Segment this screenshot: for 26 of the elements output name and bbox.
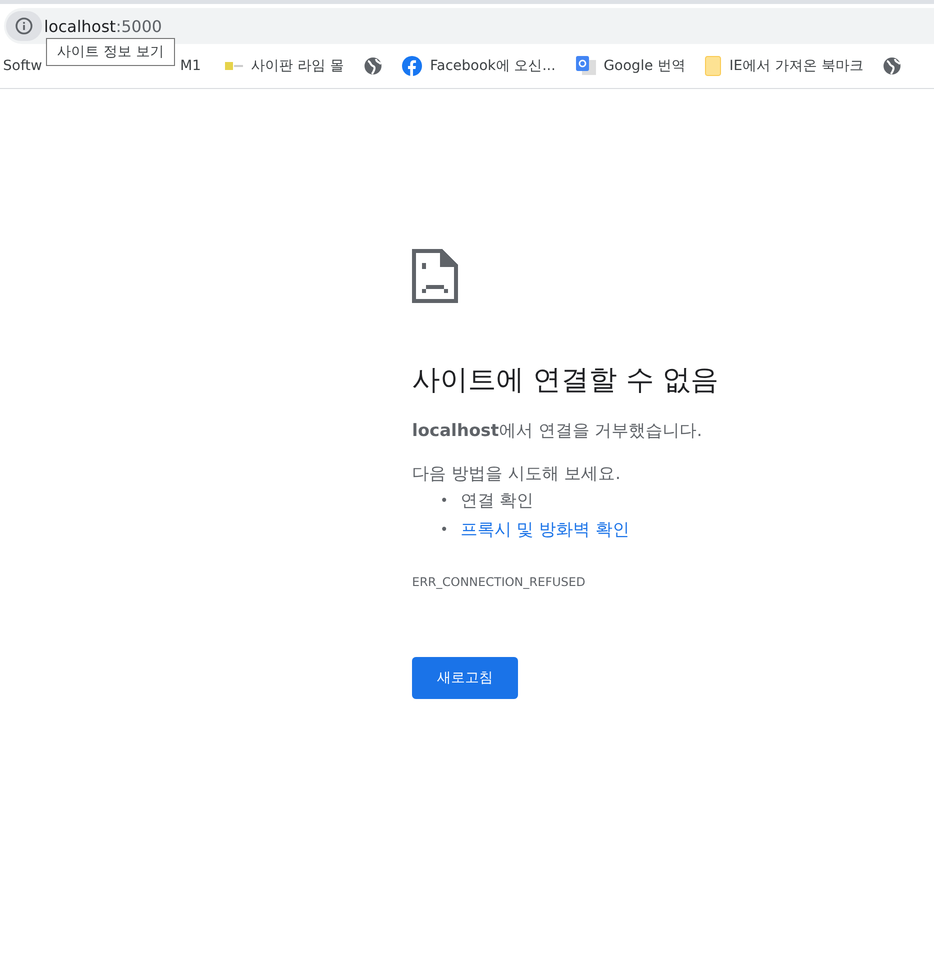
globe-icon <box>883 57 902 75</box>
error-message: localhost에서 연결을 거부했습니다. <box>412 420 704 442</box>
tooltip: 사이트 정보 보기 <box>46 38 175 66</box>
bookmark-item[interactable]: 사이판 라임 몰 <box>215 52 354 80</box>
error-title: 사이트에 연결할 수 없음 <box>412 362 720 398</box>
suggestion-text: 연결 확인 <box>460 490 534 512</box>
bookmark-item[interactable]: Softw <box>0 52 44 80</box>
translate-icon <box>576 56 596 76</box>
bookmark-item[interactable]: IE에서 가져온 북마크 <box>695 52 874 80</box>
address-bar[interactable]: localhost:5000 <box>4 8 934 44</box>
bookmark-item[interactable]: M1 <box>176 52 216 80</box>
proxy-link[interactable]: 프록시 및 방화벽 확인 <box>460 518 630 541</box>
reload-button[interactable]: 새로고침 <box>412 657 518 699</box>
sad-page-icon <box>412 249 458 303</box>
globe-icon <box>364 57 382 75</box>
url-text: localhost:5000 <box>44 16 162 36</box>
suggestions-heading: 다음 방법을 시도해 보세요. <box>412 463 622 485</box>
bookmark-item[interactable]: Google 번역 <box>566 52 696 80</box>
bullet: • <box>440 492 448 508</box>
error-code: ERR_CONNECTION_REFUSED <box>412 575 586 589</box>
bookmark-item[interactable]: Facebook에 오신... <box>392 52 566 80</box>
thumbnail-icon <box>225 62 244 70</box>
facebook-icon <box>402 56 422 76</box>
bullet: • <box>440 522 448 538</box>
info-icon[interactable] <box>6 11 42 41</box>
folder-icon <box>705 56 722 76</box>
